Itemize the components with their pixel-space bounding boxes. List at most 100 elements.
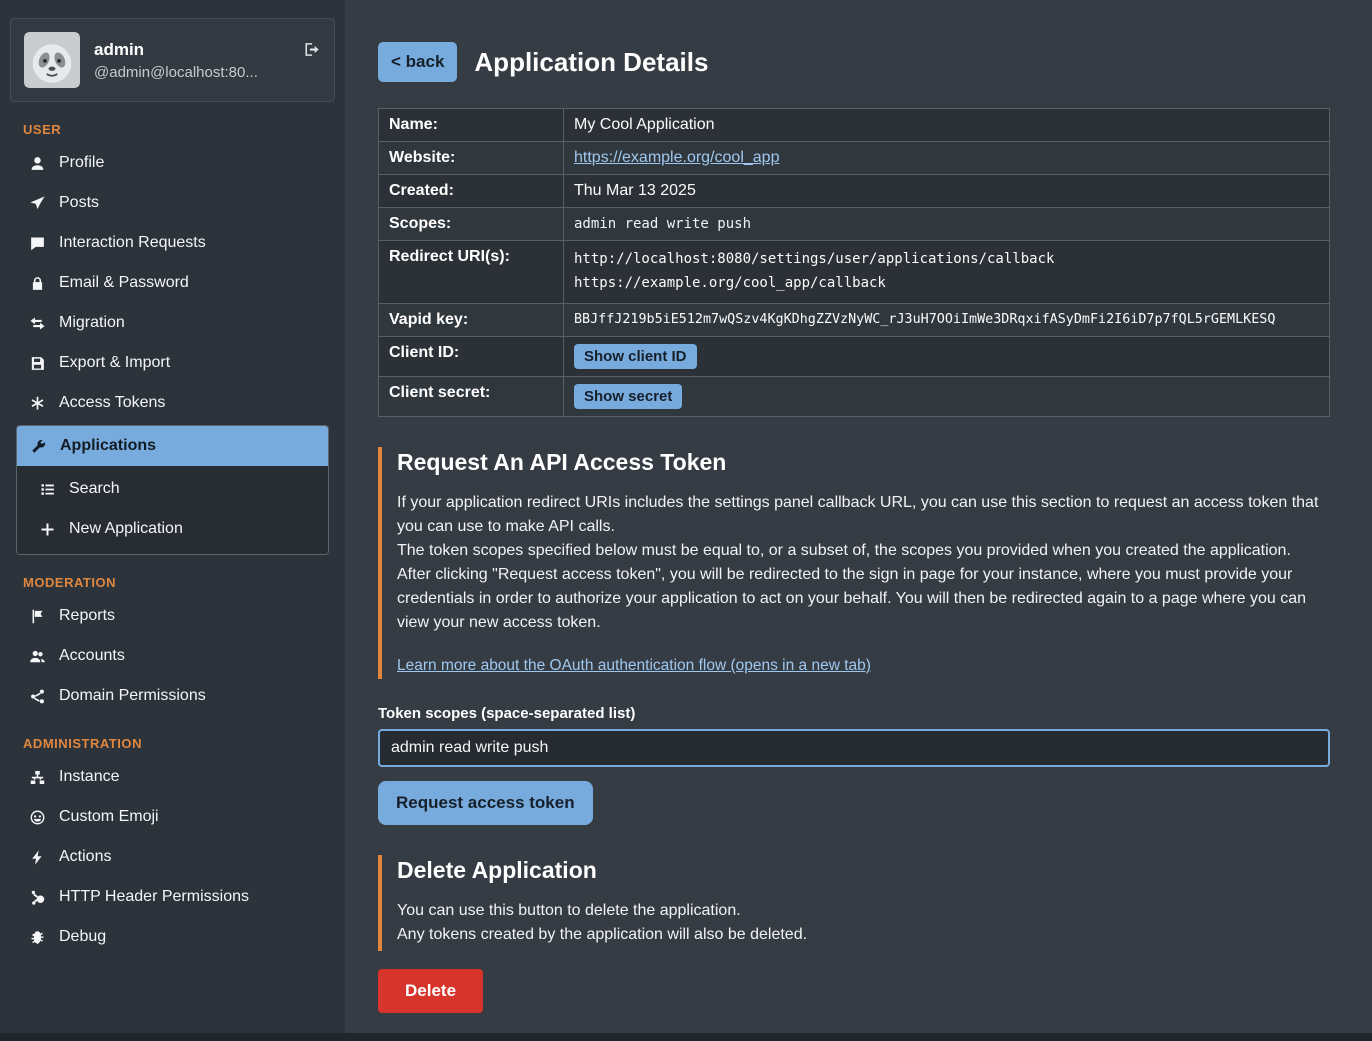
sidebar-item-label: Applications: [60, 437, 156, 455]
users-icon: [29, 648, 46, 665]
sidebar-item-label: Posts: [59, 194, 99, 212]
sidebar-item-label: Access Tokens: [59, 394, 165, 412]
back-button[interactable]: < back: [378, 42, 457, 82]
detail-value: My Cool Application: [564, 109, 1330, 142]
sidebar-item-http-header-permissions[interactable]: HTTP Header Permissions: [16, 877, 329, 917]
delete-application-section: Delete Application You can use this butt…: [378, 855, 1330, 951]
sidebar-item-label: Migration: [59, 314, 125, 332]
sidebar-section-administration-label: ADMINISTRATION: [23, 736, 331, 751]
table-row-name: Name: My Cool Application: [379, 109, 1330, 142]
detail-value: BBJffJ219b5iE512m7wQSzv4KgKDhgZZVzNyWC_r…: [564, 303, 1330, 336]
sidebar-item-label: Custom Emoji: [59, 808, 159, 826]
sidebar-item-label: Instance: [59, 768, 119, 786]
bolt-icon: [29, 849, 46, 866]
sidebar-item-profile[interactable]: Profile: [16, 143, 329, 183]
sidebar-item-label: Export & Import: [59, 354, 170, 372]
token-request-section: Request An API Access Token If your appl…: [378, 447, 1330, 679]
website-link[interactable]: https://example.org/cool_app: [574, 149, 779, 166]
save-icon: [29, 355, 46, 372]
transfer-arrows-icon: [29, 315, 46, 332]
token-section-paragraph: If your application redirect URIs includ…: [397, 491, 1330, 539]
user-handle: @admin@localhost:80...: [94, 64, 258, 81]
user-meta: admin @admin@localhost:80...: [94, 40, 258, 81]
token-request-form: Token scopes (space-separated list) Requ…: [378, 705, 1330, 825]
sprocket-icon: [29, 889, 46, 906]
delete-section-line: Any tokens created by the application wi…: [397, 923, 1330, 947]
sidebar-item-label: Search: [69, 480, 120, 498]
lock-icon: [29, 275, 46, 292]
sign-out-icon[interactable]: [303, 41, 320, 58]
avatar-image: [24, 32, 80, 88]
sidebar-item-accounts[interactable]: Accounts: [16, 636, 329, 676]
redirect-uri: https://example.org/cool_app/callback: [574, 272, 1319, 296]
sidebar-item-label: Reports: [59, 607, 115, 625]
token-section-paragraph: The token scopes specified below must be…: [397, 539, 1330, 563]
table-row-client-id: Client ID: Show client ID: [379, 336, 1330, 376]
request-access-token-button[interactable]: Request access token: [378, 781, 593, 825]
sidebar-item-actions[interactable]: Actions: [16, 837, 329, 877]
sidebar-item-migration[interactable]: Migration: [16, 303, 329, 343]
sidebar-item-label: Debug: [59, 928, 106, 946]
sidebar-item-access-tokens[interactable]: Access Tokens: [16, 383, 329, 423]
sidebar-item-label: Actions: [59, 848, 111, 866]
detail-label: Name:: [379, 109, 564, 142]
sidebar-nav-moderation: Reports Accounts Domain Permissions: [10, 596, 335, 716]
detail-label: Redirect URI(s):: [379, 241, 564, 304]
plus-icon: [39, 521, 56, 538]
wrench-icon: [30, 438, 47, 455]
table-row-vapid-key: Vapid key: BBJffJ219b5iE512m7wQSzv4KgKDh…: [379, 303, 1330, 336]
user-name: admin: [94, 40, 258, 60]
flag-icon: [29, 608, 46, 625]
sidebar-item-label: HTTP Header Permissions: [59, 888, 249, 906]
token-section-paragraph: After clicking "Request access token", y…: [397, 563, 1330, 635]
token-scopes-input[interactable]: [378, 729, 1330, 767]
sidebar-item-reports[interactable]: Reports: [16, 596, 329, 636]
sidebar-item-label: Email & Password: [59, 274, 189, 292]
delete-button[interactable]: Delete: [378, 969, 483, 1013]
page-header: < back Application Details: [378, 42, 1330, 82]
sidebar-item-applications-search[interactable]: Search: [17, 469, 328, 509]
applications-subnav: Search New Application: [17, 466, 328, 554]
avatar: [24, 32, 80, 88]
smile-icon: [29, 809, 46, 826]
delete-section-heading: Delete Application: [397, 857, 1330, 884]
sidebar-group-applications: Applications Search New Application: [16, 425, 329, 555]
show-client-id-button[interactable]: Show client ID: [574, 344, 697, 369]
table-row-website: Website: https://example.org/cool_app: [379, 142, 1330, 175]
table-row-created: Created: Thu Mar 13 2025: [379, 175, 1330, 208]
sidebar-item-label: Interaction Requests: [59, 234, 206, 252]
user-card[interactable]: admin @admin@localhost:80...: [10, 18, 335, 102]
sidebar-item-domain-permissions[interactable]: Domain Permissions: [16, 676, 329, 716]
detail-value: Show client ID: [564, 336, 1330, 376]
sidebar-item-posts[interactable]: Posts: [16, 183, 329, 223]
application-details-table: Name: My Cool Application Website: https…: [378, 108, 1330, 417]
asterisk-icon: [29, 395, 46, 412]
paper-plane-icon: [29, 195, 46, 212]
list-icon: [39, 481, 56, 498]
bug-icon: [29, 929, 46, 946]
network-icon: [29, 688, 46, 705]
oauth-docs-link[interactable]: Learn more about the OAuth authenticatio…: [397, 657, 871, 675]
sidebar-item-debug[interactable]: Debug: [16, 917, 329, 957]
table-row-redirect-uris: Redirect URI(s): http://localhost:8080/s…: [379, 241, 1330, 304]
detail-value: Thu Mar 13 2025: [564, 175, 1330, 208]
sidebar-item-new-application[interactable]: New Application: [17, 509, 328, 549]
sidebar-item-custom-emoji[interactable]: Custom Emoji: [16, 797, 329, 837]
token-scopes-label: Token scopes (space-separated list): [378, 705, 1330, 722]
sidebar-item-email-password[interactable]: Email & Password: [16, 263, 329, 303]
sidebar-item-instance[interactable]: Instance: [16, 757, 329, 797]
detail-value: admin read write push: [564, 208, 1330, 241]
sitemap-icon: [29, 769, 46, 786]
detail-value: Show secret: [564, 376, 1330, 416]
table-row-scopes: Scopes: admin read write push: [379, 208, 1330, 241]
detail-label: Scopes:: [379, 208, 564, 241]
detail-value: https://example.org/cool_app: [564, 142, 1330, 175]
sidebar-item-applications[interactable]: Applications: [17, 426, 328, 466]
main-content: < back Application Details Name: My Cool…: [345, 0, 1372, 1033]
detail-value: http://localhost:8080/settings/user/appl…: [564, 241, 1330, 304]
sidebar-item-export-import[interactable]: Export & Import: [16, 343, 329, 383]
detail-label: Vapid key:: [379, 303, 564, 336]
show-secret-button[interactable]: Show secret: [574, 384, 682, 409]
sidebar-item-interaction-requests[interactable]: Interaction Requests: [16, 223, 329, 263]
page-title: Application Details: [474, 47, 708, 78]
